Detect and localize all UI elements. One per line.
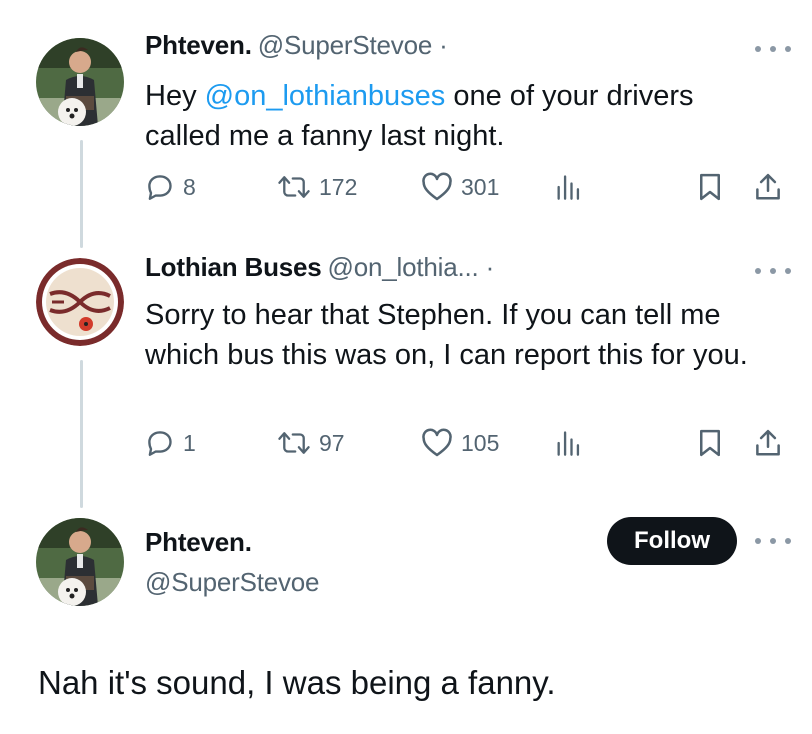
like-count: 301	[461, 173, 500, 200]
views-button[interactable]	[554, 423, 582, 463]
tweet-text-rest: one of your drivers	[445, 80, 694, 112]
analytics-icon	[557, 175, 580, 200]
views-button[interactable]	[554, 167, 582, 207]
separator-dot: ·	[439, 30, 448, 60]
tweet-actions: 8 172 301	[145, 167, 795, 207]
reply-button[interactable]: 1	[145, 423, 196, 463]
more-options-icon[interactable]	[755, 538, 791, 544]
more-options-icon[interactable]	[755, 268, 791, 274]
heart-icon	[422, 428, 452, 457]
main-tweet-text: Nah it's sound, I was being a fanny.	[38, 664, 556, 701]
tweet-text: Sorry to hear that Stephen. If you can t…	[145, 299, 748, 371]
heart-icon	[422, 172, 452, 201]
reply-icon	[148, 175, 172, 200]
reply-count: 1	[183, 429, 196, 456]
repost-count: 97	[319, 429, 345, 456]
share-icon	[756, 173, 780, 200]
user-avatar[interactable]	[36, 38, 124, 126]
user-photo-avatar-icon	[36, 38, 124, 126]
user-handle[interactable]: @SuperStevoe	[145, 567, 320, 597]
more-options-icon[interactable]	[755, 46, 791, 52]
reply-count: 8	[183, 173, 196, 200]
thread-line	[80, 360, 83, 508]
analytics-icon	[557, 431, 580, 456]
bookmark-icon	[700, 173, 720, 201]
account-handle[interactable]: @on_lothia...	[328, 252, 479, 282]
thread-line	[80, 140, 83, 248]
tweet-text-line2: called me a fanny last night.	[145, 120, 505, 152]
mention-link[interactable]: @on_lothianbuses	[205, 80, 446, 112]
user-name[interactable]: Phteven.	[145, 527, 252, 557]
repost-count: 172	[319, 173, 358, 200]
follow-button[interactable]: Follow	[607, 517, 737, 565]
repost-button[interactable]: 172	[277, 167, 357, 207]
like-button[interactable]: 301	[421, 167, 499, 207]
user-photo-avatar-icon	[36, 518, 124, 606]
bookmark-button[interactable]	[697, 423, 723, 463]
user-avatar[interactable]	[36, 518, 124, 606]
bookmark-button[interactable]	[697, 167, 723, 207]
tweet-text-prefix: Hey	[145, 80, 205, 112]
lothian-buses-logo-icon	[36, 258, 124, 346]
separator-dot: ·	[485, 252, 495, 282]
repost-icon	[278, 176, 310, 198]
user-handle[interactable]: @SuperStevoe	[258, 30, 433, 60]
user-name[interactable]: Phteven.	[145, 30, 252, 60]
share-button[interactable]	[753, 423, 783, 463]
account-name[interactable]: Lothian Buses	[145, 252, 322, 282]
reply-icon	[148, 431, 172, 456]
reply-button[interactable]: 8	[145, 167, 196, 207]
like-button[interactable]: 105	[421, 423, 499, 463]
share-icon	[756, 429, 780, 456]
bookmark-icon	[700, 429, 720, 457]
lothian-buses-avatar[interactable]	[36, 258, 124, 346]
share-button[interactable]	[753, 167, 783, 207]
tweet-text: Hey @on_lothianbuses one of your drivers…	[145, 76, 785, 156]
tweet-actions: 1 97 105	[145, 423, 795, 463]
repost-icon	[278, 432, 310, 454]
like-count: 105	[461, 429, 500, 456]
repost-button[interactable]: 97	[277, 423, 345, 463]
